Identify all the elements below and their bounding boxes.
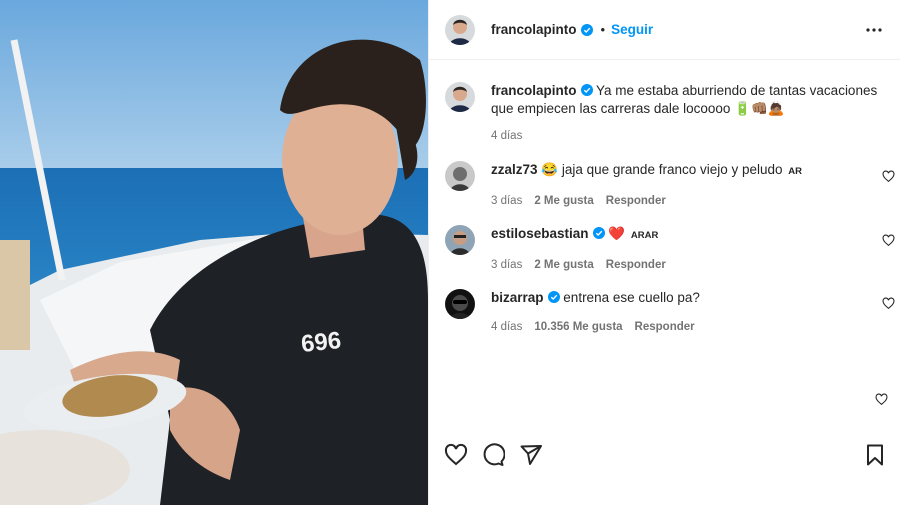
comment-emoji: ❤️	[608, 226, 626, 241]
follow-button[interactable]: Seguir	[611, 22, 653, 37]
comment-item: zzalz73 😂 jaja que grande franco viejo y…	[445, 161, 895, 207]
verified-badge-icon	[580, 23, 593, 36]
shirt-print-text: 696	[300, 327, 343, 358]
comment-username[interactable]: bizarrap	[491, 290, 544, 305]
like-comment-icon[interactable]	[882, 170, 895, 183]
comment-icon[interactable]	[481, 443, 505, 467]
comment-time[interactable]: 3 días	[491, 259, 522, 271]
comment-likes[interactable]: 2 Me gusta	[534, 259, 593, 271]
caption-text-block: francolapinto Ya me estaba aburriendo de…	[491, 82, 891, 118]
comment-time[interactable]: 3 días	[491, 195, 522, 207]
post-header: francolapinto • Seguir	[429, 0, 900, 60]
like-comment-icon[interactable]	[875, 393, 888, 406]
bookmark-icon[interactable]	[863, 443, 887, 467]
photo-illustration: 696	[0, 0, 428, 505]
comment-text: entrena ese cuello pa?	[563, 290, 700, 305]
post-actions-bar	[429, 436, 900, 476]
caption-avatar[interactable]	[445, 82, 475, 112]
reply-button[interactable]: Responder	[606, 259, 666, 271]
commenter-avatar[interactable]	[445, 225, 475, 255]
reply-button[interactable]: Responder	[635, 321, 695, 333]
comment-text: jaja que grande franco viejo y peludo	[561, 162, 783, 177]
post-photo[interactable]: 696	[0, 0, 428, 505]
caption: francolapinto Ya me estaba aburriendo de…	[445, 82, 885, 142]
comment-emoji: 😂	[541, 162, 559, 177]
like-comment-icon[interactable]	[882, 234, 895, 247]
verified-badge-icon	[547, 291, 560, 303]
share-icon[interactable]	[519, 443, 543, 467]
comment-item: estilosebastian ❤️ ARAR 3 días 2 Me gust…	[445, 225, 895, 271]
author-avatar[interactable]	[445, 14, 475, 45]
verified-badge-icon	[592, 227, 605, 239]
flag-badge: ARAR	[630, 230, 659, 241]
comment-time[interactable]: 4 días	[491, 321, 522, 333]
comment-username[interactable]: zzalz73	[491, 162, 538, 177]
caption-username[interactable]: francolapinto	[491, 83, 577, 98]
comment-likes[interactable]: 10.356 Me gusta	[534, 321, 622, 333]
heart-icon[interactable]	[444, 443, 468, 467]
comment-username[interactable]: estilosebastian	[491, 226, 589, 241]
comment-likes[interactable]: 2 Me gusta	[534, 195, 593, 207]
caption-time[interactable]: 4 días	[491, 130, 522, 142]
like-comment-icon[interactable]	[882, 297, 895, 310]
reply-button[interactable]: Responder	[606, 195, 666, 207]
separator-dot: •	[600, 22, 606, 37]
post-details-panel: francolapinto • Seguir francolapinto Ya …	[428, 0, 900, 505]
more-options-icon[interactable]	[865, 21, 883, 39]
author-username[interactable]: francolapinto	[491, 22, 577, 37]
commenter-avatar[interactable]	[445, 289, 475, 319]
verified-badge-icon	[580, 84, 593, 96]
comment-item: bizarrap entrena ese cuello pa? 4 días 1…	[445, 289, 895, 333]
flag-badge: AR	[788, 166, 803, 177]
commenter-avatar[interactable]	[445, 161, 475, 191]
